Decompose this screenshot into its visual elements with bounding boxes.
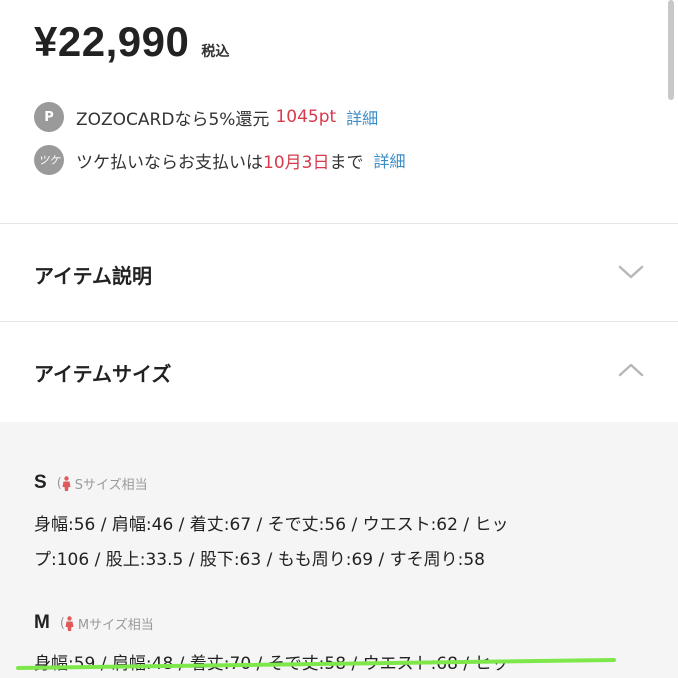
tsuke-detail-link[interactable]: 詳細 bbox=[373, 148, 405, 172]
price-amount: ¥22,990 bbox=[34, 18, 190, 65]
zozocard-text: ZOZOCARDなら5%還元 bbox=[76, 109, 270, 130]
price: ¥22,990 税込 bbox=[34, 18, 229, 66]
person-icon bbox=[65, 615, 74, 631]
size-note-text: Mサイズ相当 bbox=[77, 617, 154, 633]
tsuke-text: ツケ払いならお支払いは bbox=[76, 152, 263, 173]
size-label: S bbox=[34, 472, 47, 493]
size-note: ( Sサイズ相当 bbox=[56, 475, 148, 493]
zozocard-points: 1045pt bbox=[275, 107, 337, 127]
item-description-title: アイテム説明 bbox=[34, 264, 152, 288]
item-size-title: アイテムサイズ bbox=[34, 362, 172, 386]
size-table: S ( Sサイズ相当 身幅:56 / 肩幅:46 / 着丈:67 / そで丈:5… bbox=[0, 422, 678, 678]
chevron-down-icon[interactable] bbox=[618, 264, 644, 280]
tsuke-row: ツケ ツケ払いならお支払いは 10月3日 まで 詳細 bbox=[34, 145, 405, 175]
size-note: ( Mサイズ相当 bbox=[59, 615, 154, 633]
size-measure-line: 身幅:56 / 肩幅:46 / 着丈:67 / そで丈:56 / ウエスト:62… bbox=[34, 515, 509, 535]
zozocard-row: P ZOZOCARDなら5%還元 1045pt 詳細 bbox=[34, 102, 378, 132]
size-header-m: M ( Mサイズ相当 bbox=[34, 612, 154, 634]
tsuke-suffix: まで bbox=[329, 152, 364, 173]
tax-label: 税込 bbox=[201, 44, 230, 60]
zozocard-detail-link[interactable]: 詳細 bbox=[346, 105, 378, 129]
person-icon bbox=[62, 475, 71, 491]
item-size-section[interactable]: アイテムサイズ bbox=[0, 322, 678, 418]
size-label: M bbox=[34, 612, 50, 633]
tsuke-date: 10月3日 bbox=[263, 152, 330, 173]
size-measure-line: プ:106 / 股上:33.5 / 股下:63 / もも周り:69 / すそ周り… bbox=[34, 550, 485, 570]
price-block: ¥22,990 税込 P ZOZOCARDなら5%還元 1045pt 詳細 ツケ… bbox=[0, 0, 678, 224]
chevron-up-icon[interactable] bbox=[618, 362, 644, 378]
size-note-text: Sサイズ相当 bbox=[74, 477, 148, 493]
tsuke-circle-icon: ツケ bbox=[34, 145, 64, 175]
scrollbar-thumb[interactable] bbox=[668, 0, 674, 100]
p-circle-icon: P bbox=[34, 102, 64, 132]
item-description-section[interactable]: アイテム説明 bbox=[0, 224, 678, 320]
highlight-underline bbox=[16, 658, 616, 670]
size-header-s: S ( Sサイズ相当 bbox=[34, 472, 148, 494]
